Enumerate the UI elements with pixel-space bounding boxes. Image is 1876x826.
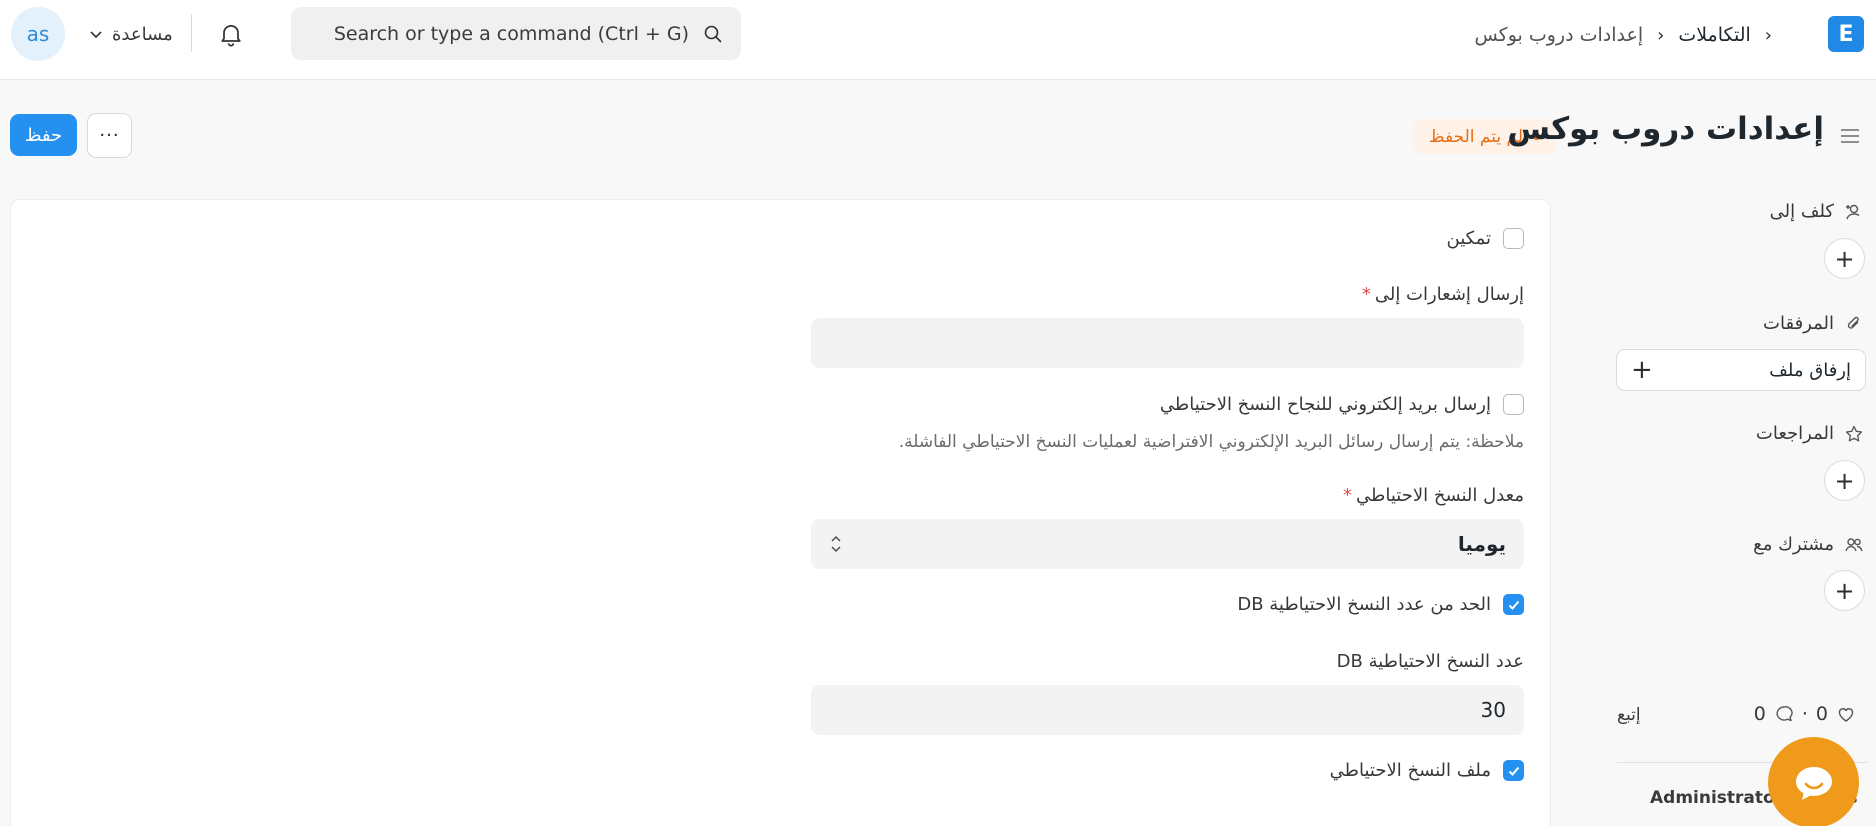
frequency-field: معدل النسخ الاحتياطي* [811,485,1524,506]
paperclip-icon [1847,316,1859,329]
activity-user: Administrator [1650,788,1784,808]
stats-row: 0 · 0 [1754,703,1856,725]
bell-icon[interactable] [217,20,245,48]
form-card: تمكين إرسال إشعارات إلى* إرسال بريد إلكت… [10,199,1551,826]
select-arrows-icon [831,536,841,552]
breadcrumb-current[interactable]: إعدادات دروب بوكس [1474,24,1643,46]
more-actions-button[interactable]: ··· [87,113,132,158]
count-label: عدد النسخ الاحتياطية DB [1336,651,1524,672]
reviews-section: المراجعات [1756,423,1864,444]
count-field: عدد النسخ الاحتياطية DB [811,651,1524,672]
user-avatar[interactable]: as [11,7,65,61]
enable-field: تمكين [811,228,1524,249]
chat-widget-button[interactable] [1768,737,1859,826]
chevron-down-icon [90,31,102,39]
file-backup-label: ملف النسخ الاحتياطي [1329,760,1491,781]
shared-section: مشترك مع [1753,534,1864,555]
comment-icon[interactable] [1774,704,1794,724]
assign-label: كلف إلى [1769,201,1834,222]
limit-label: الحد من عدد النسخ الاحتياطية DB [1237,594,1491,615]
check-icon [1508,600,1519,610]
attachments-label: المرفقات [1763,313,1834,334]
help-label: مساعدة [112,23,173,45]
count-input-wrap: 30 [811,685,1524,735]
enable-label: تمكين [1446,228,1492,249]
stat-separator: · [1801,703,1808,725]
breadcrumb-integrations[interactable]: التكاملات [1678,24,1750,46]
frequency-select-wrap: يوميا [811,519,1524,569]
frequency-label-row: معدل النسخ الاحتياطي* [811,485,1524,506]
navbar: as مساعدة Search or type a command (Ctrl… [0,0,1876,80]
limit-checkbox[interactable] [1503,594,1524,615]
add-user-icon [1846,204,1860,219]
frequency-value: يوميا [1457,532,1506,556]
count-input[interactable]: 30 [811,685,1524,735]
reviews-label: المراجعات [1755,423,1834,444]
notify-input-wrap [811,318,1524,368]
comment-count: 0 [1753,703,1766,725]
assign-section: كلف إلى [1770,201,1864,222]
required-marker: * [1361,284,1371,305]
app-logo[interactable]: E [1828,16,1864,52]
frequency-label: معدل النسخ الاحتياطي [1356,485,1524,506]
chat-icon [1795,766,1832,800]
note-wrap: ملاحظة: يتم إرسال رسائل البريد الإلكترون… [811,432,1524,452]
breadcrumb: › التكاملات › إعدادات دروب بوكس [1474,20,1772,50]
attach-file-label: إرفاق ملف [1769,359,1851,381]
required-marker: * [1343,485,1353,506]
email-success-checkbox[interactable] [1503,394,1524,415]
file-backup-field: ملف النسخ الاحتياطي [811,760,1524,781]
shared-label: مشترك مع [1753,534,1834,555]
email-success-field: إرسال بريد إلكتروني للنجاح النسخ الاحتيا… [811,394,1524,415]
attachments-section: المرفقات [1763,313,1864,334]
plus-icon: + [1631,355,1653,385]
save-button[interactable]: حفظ [10,114,77,156]
notify-label: إرسال إشعارات إلى [1374,284,1524,305]
search-placeholder: Search or type a command (Ctrl + G) [333,22,689,45]
navbar-divider [191,14,192,52]
sidebar-toggle-icon[interactable] [1838,124,1862,148]
notify-field: إرسال إشعارات إلى* [811,284,1524,305]
like-count: 0 [1815,703,1828,725]
notify-label-row: إرسال إشعارات إلى* [811,284,1524,305]
limit-row[interactable]: الحد من عدد النسخ الاحتياطية DB [811,594,1524,615]
users-icon [1845,537,1863,551]
help-dropdown[interactable]: مساعدة [88,18,173,50]
follow-link[interactable]: إتبع [1617,705,1641,725]
email-success-label: إرسال بريد إلكتروني للنجاح النسخ الاحتيا… [1159,394,1491,415]
star-icon [1845,425,1863,441]
chevron-left-icon: › [1764,24,1772,46]
search-icon [704,25,722,43]
add-assign-button[interactable]: + [1824,238,1865,279]
backup-note: ملاحظة: يتم إرسال رسائل البريد الإلكترون… [898,432,1524,452]
email-success-row[interactable]: إرسال بريد إلكتروني للنجاح النسخ الاحتيا… [811,394,1524,415]
file-backup-row[interactable]: ملف النسخ الاحتياطي [811,760,1524,781]
file-backup-checkbox[interactable] [1503,760,1524,781]
limit-field: الحد من عدد النسخ الاحتياطية DB [811,594,1524,615]
heart-icon[interactable] [1836,704,1856,724]
enable-checkbox-row[interactable]: تمكين [811,228,1524,249]
chevron-left-icon: › [1657,24,1665,46]
attach-file-button[interactable]: + إرفاق ملف [1616,349,1866,391]
add-share-button[interactable]: + [1824,570,1865,611]
frequency-select[interactable]: يوميا [811,519,1524,569]
search-bar[interactable]: Search or type a command (Ctrl + G) [291,7,741,60]
check-icon [1508,766,1519,776]
enable-checkbox[interactable] [1503,228,1524,249]
page-title: إعدادات دروب بوكس [1507,111,1824,147]
notify-input[interactable] [811,318,1524,368]
add-review-button[interactable]: + [1824,460,1865,501]
